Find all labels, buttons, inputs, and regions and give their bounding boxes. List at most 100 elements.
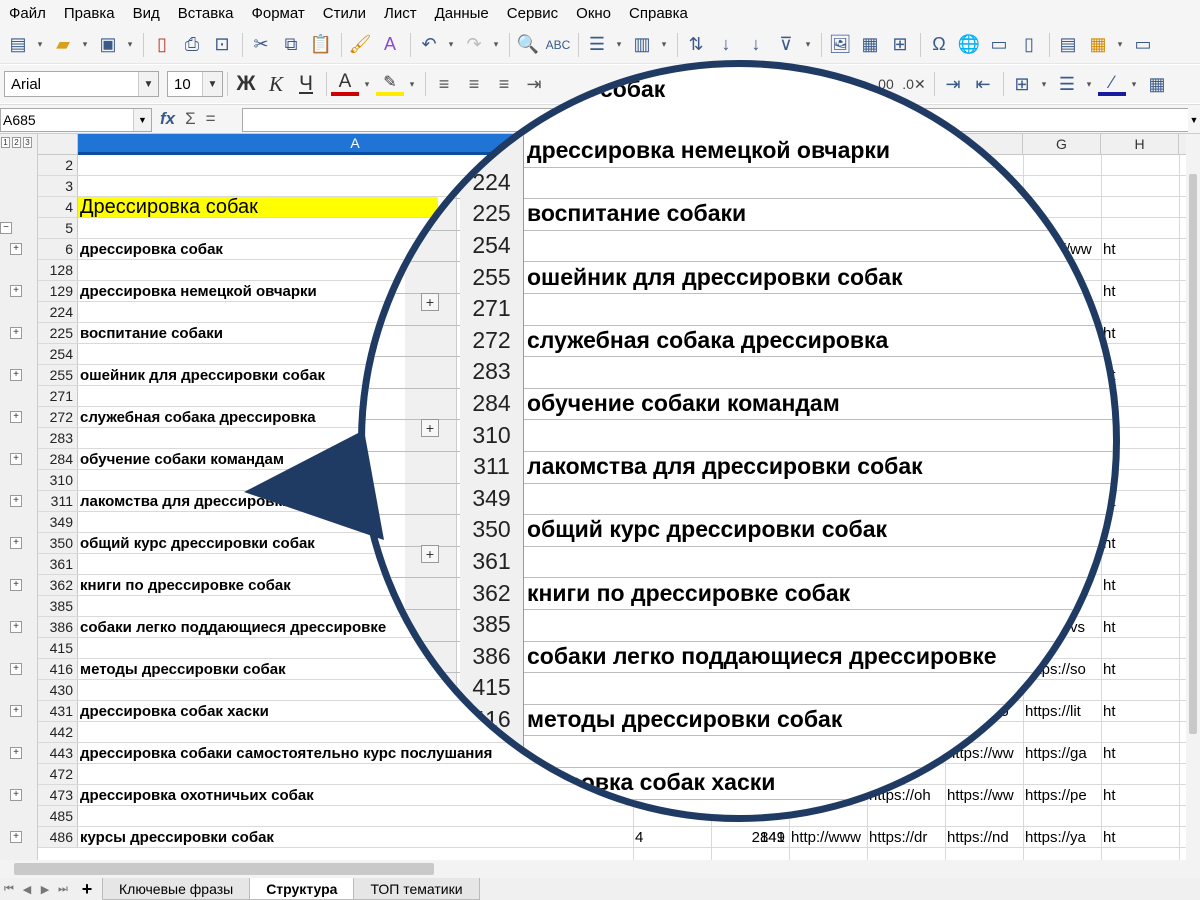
tab-structure[interactable]: Структура	[249, 878, 355, 900]
collapse-group-icon[interactable]: −	[0, 222, 12, 234]
data-cell[interactable]: ht	[1101, 827, 1121, 847]
highlight-color-icon[interactable]: ✎	[376, 72, 404, 96]
row-header[interactable]: 310	[38, 470, 78, 490]
redo-icon[interactable]: ↷	[460, 31, 488, 59]
row-header[interactable]: 272	[38, 407, 78, 427]
scrollbar-thumb[interactable]	[1189, 174, 1197, 734]
expand-formula-icon[interactable]: ▼	[1188, 108, 1200, 132]
print-icon[interactable]: ⎙	[178, 31, 206, 59]
sort-descending-icon[interactable]: ↓	[742, 31, 770, 59]
row-header[interactable]: 311	[38, 491, 78, 511]
row-header[interactable]: 362	[38, 575, 78, 595]
data-cell[interactable]: 141	[711, 827, 785, 847]
data-cell[interactable]: https://ya	[1023, 827, 1101, 847]
data-cell[interactable]: ht	[1101, 659, 1121, 679]
row-header[interactable]: 415	[38, 638, 78, 658]
font-size-box[interactable]: 10 ▼	[167, 71, 223, 97]
outline-level-2[interactable]: 2	[12, 137, 21, 148]
autofilter-icon[interactable]: ⊽	[772, 31, 800, 59]
expand-group-icon[interactable]: +	[10, 831, 22, 843]
insert-chart-icon[interactable]: ▦	[856, 31, 884, 59]
header-footer-icon[interactable]: ▯	[1015, 31, 1043, 59]
row-header[interactable]: 129	[38, 281, 78, 301]
border-style-dropdown-icon[interactable]: ▾	[1083, 70, 1095, 98]
chevron-down-icon[interactable]: ▼	[133, 109, 151, 131]
keyword-cell[interactable]: ошейник для дрессировки собак	[78, 365, 325, 385]
expand-group-icon[interactable]: +	[10, 663, 22, 675]
keyword-cell[interactable]: курсы дрессировки собак	[78, 827, 274, 847]
special-character-icon[interactable]: Ω	[925, 31, 953, 59]
undo-dropdown-icon[interactable]: ▾	[445, 31, 457, 59]
data-cell[interactable]: ht	[1101, 281, 1121, 301]
row-header[interactable]: 3	[38, 176, 78, 196]
bold-button[interactable]: Ж	[232, 70, 260, 98]
column-header-h[interactable]: H	[1101, 134, 1179, 155]
menu-item[interactable]: Сервис	[498, 5, 567, 22]
borders-dropdown-icon[interactable]: ▾	[1038, 70, 1050, 98]
sum-icon[interactable]: Σ	[185, 109, 196, 129]
row-header[interactable]: 361	[38, 554, 78, 574]
hyperlink-icon[interactable]: 🌐	[955, 31, 983, 59]
delete-decimal-icon[interactable]: .0✕	[900, 70, 928, 98]
keyword-cell[interactable]: дрессировка охотничьих собак	[78, 785, 314, 805]
filter-dropdown-icon[interactable]: ▾	[802, 31, 814, 59]
vertical-scrollbar[interactable]	[1186, 134, 1200, 860]
menu-item[interactable]: Правка	[55, 5, 124, 22]
keyword-cell[interactable]: дрессировка немецкой овчарки	[78, 281, 317, 301]
row-header[interactable]: 473	[38, 785, 78, 805]
undo-icon[interactable]: ↶	[415, 31, 443, 59]
last-sheet-icon[interactable]: ⏭	[54, 883, 72, 896]
data-cell[interactable]: http://www	[789, 827, 867, 847]
tab-top-topics[interactable]: ТОП тематики	[353, 878, 480, 900]
keyword-cell[interactable]: дрессировка собак хаски	[78, 701, 269, 721]
menu-item[interactable]: Вид	[124, 5, 169, 22]
row-header[interactable]: 431	[38, 701, 78, 721]
expand-group-icon[interactable]: +	[10, 621, 22, 633]
previous-sheet-icon[interactable]: ◀	[18, 883, 36, 896]
spellcheck-icon[interactable]: ABC	[544, 31, 572, 59]
new-document-icon[interactable]: ▤	[4, 31, 32, 59]
data-cell[interactable]: https://nd	[945, 827, 1023, 847]
define-print-area-icon[interactable]: ▤	[1054, 31, 1082, 59]
expand-group-icon[interactable]: +	[10, 243, 22, 255]
borders-icon[interactable]: ⊞	[1008, 70, 1036, 98]
export-pdf-icon[interactable]: ▯	[148, 31, 176, 59]
expand-group-icon[interactable]: +	[10, 453, 22, 465]
save-dropdown-icon[interactable]: ▾	[124, 31, 136, 59]
menu-item[interactable]: Вставка	[169, 5, 243, 22]
row-header[interactable]: 128	[38, 260, 78, 280]
row-header[interactable]: 485	[38, 806, 78, 826]
keyword-cell[interactable]: дрессировка собак	[78, 239, 223, 259]
select-all-corner[interactable]	[38, 134, 78, 155]
row-header[interactable]: 386	[38, 617, 78, 637]
row-header[interactable]: 416	[38, 659, 78, 679]
row-header[interactable]: 254	[38, 344, 78, 364]
row-header[interactable]: 349	[38, 512, 78, 532]
expand-group-icon[interactable]: +	[10, 327, 22, 339]
font-name-box[interactable]: Arial ▼	[4, 71, 159, 97]
data-cell[interactable]: https://pe	[1023, 785, 1101, 805]
underline-button[interactable]: Ч	[292, 70, 320, 98]
row-header[interactable]: 224	[38, 302, 78, 322]
keyword-cell[interactable]: книги по дрессировке собак	[78, 575, 291, 595]
data-cell[interactable]: ht	[1101, 239, 1121, 259]
open-folder-icon[interactable]: ▰	[49, 31, 77, 59]
table-row[interactable]: 486 курсы дрессировки собак 4 2849 141 http:/…	[38, 827, 1200, 848]
increase-indent-icon[interactable]: ⇥	[939, 70, 967, 98]
data-cell[interactable]: ht	[1101, 785, 1121, 805]
row-header[interactable]: 443	[38, 743, 78, 763]
print-preview-icon[interactable]: ⊡	[208, 31, 236, 59]
row-header[interactable]: 271	[38, 386, 78, 406]
name-box[interactable]: A685 ▼	[0, 108, 152, 132]
data-cell[interactable]: ht	[1101, 617, 1121, 637]
comment-icon[interactable]: ▭	[985, 31, 1013, 59]
align-center-icon[interactable]: ≡	[460, 70, 488, 98]
italic-button[interactable]: К	[262, 70, 290, 98]
row-icon[interactable]: ☰	[583, 31, 611, 59]
save-icon[interactable]: ▣	[94, 31, 122, 59]
keyword-cell[interactable]: воспитание собаки	[78, 323, 223, 343]
row-header[interactable]: 430	[38, 680, 78, 700]
row-header[interactable]: 486	[38, 827, 78, 847]
split-window-icon[interactable]: ▭	[1129, 31, 1157, 59]
align-right-icon[interactable]: ≡	[490, 70, 518, 98]
